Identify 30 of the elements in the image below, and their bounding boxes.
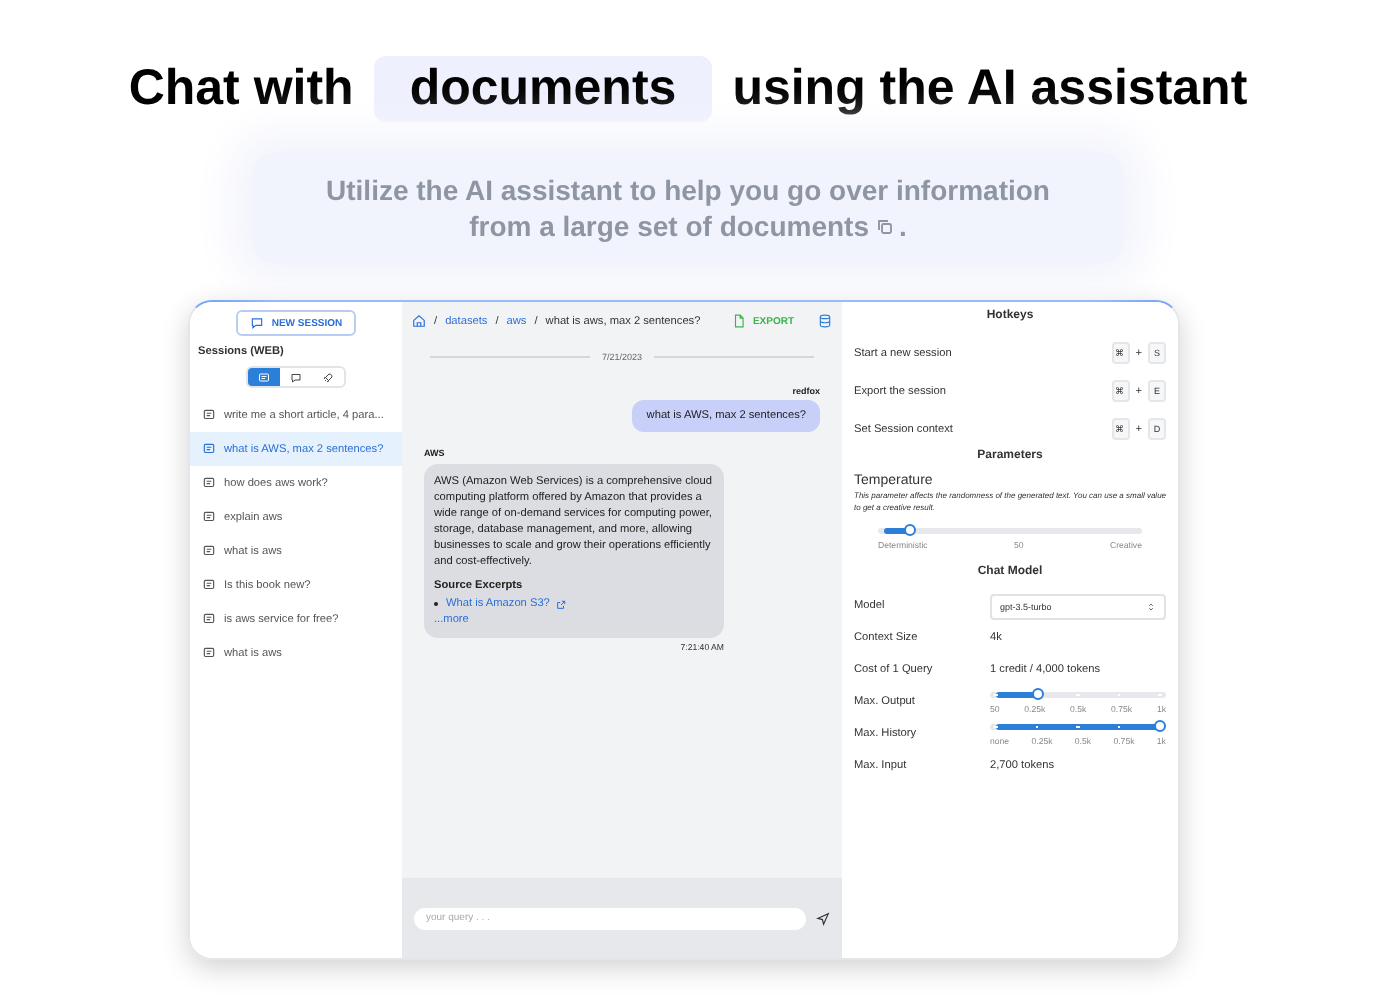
document-icon [202, 442, 216, 456]
slider-thumb[interactable] [1031, 687, 1043, 699]
headline-text: Chat with [128, 59, 354, 117]
list-icon [258, 371, 270, 383]
file-icon [732, 314, 747, 328]
document-icon [202, 612, 216, 626]
document-icon [202, 578, 216, 592]
filter-tab[interactable] [248, 368, 280, 386]
subtitle-text: from a large set of documents [469, 208, 870, 244]
external-link-icon [555, 599, 566, 609]
home-icon[interactable] [412, 314, 426, 328]
subtitle-text: Utilize the AI assistant to help you go over information [326, 172, 1050, 208]
subtitle-period: . [899, 208, 907, 244]
headline-text: using the AI assistant [732, 59, 1248, 117]
chat-icon [290, 371, 302, 383]
document-icon [202, 510, 216, 524]
document-icon [202, 408, 216, 422]
send-icon[interactable] [816, 911, 830, 925]
document-icon [202, 544, 216, 558]
slider-track[interactable] [990, 691, 1166, 697]
slider-thumb[interactable] [903, 524, 916, 536]
rocket-icon [322, 371, 334, 383]
document-icon [202, 476, 216, 490]
document-icon [202, 646, 216, 660]
highlighted-word: documents [373, 55, 713, 121]
copy-icon [875, 217, 894, 235]
slider-thumb[interactable] [1154, 719, 1166, 731]
database-icon[interactable] [818, 314, 832, 328]
chevron-icon [1146, 601, 1156, 611]
chat-icon [249, 316, 264, 330]
